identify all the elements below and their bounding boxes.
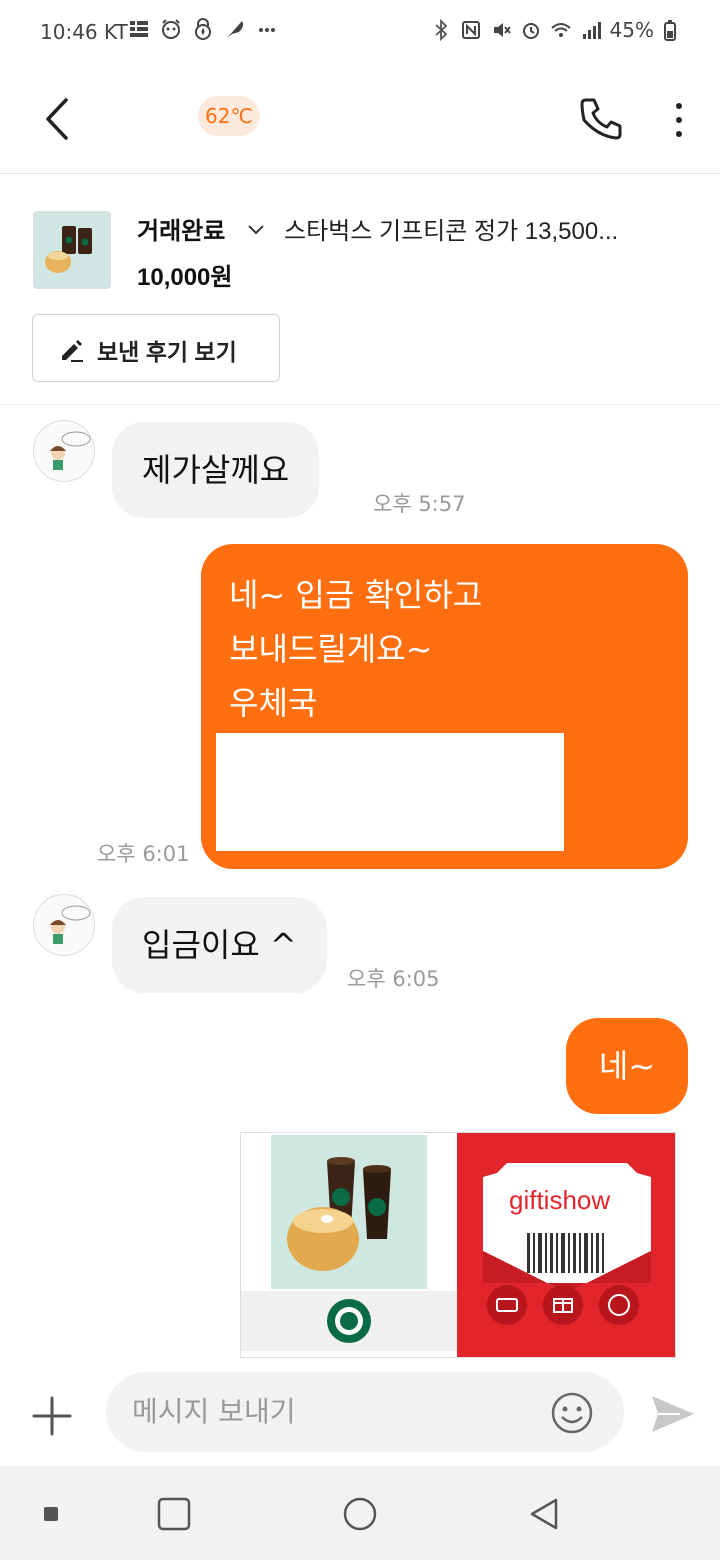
product-thumbnail[interactable] <box>33 211 111 289</box>
giftishow-logo-text: giftishow <box>509 1185 611 1215</box>
gifticon-image-message[interactable]: giftishow <box>240 1132 676 1358</box>
message-input[interactable]: 메시지 보내기 <box>106 1372 624 1452</box>
status-right-icons: 45% <box>430 18 684 42</box>
giftishow-banner: giftishow <box>457 1133 675 1357</box>
send-button[interactable] <box>650 1394 696 1434</box>
emoji-button[interactable] <box>550 1391 594 1435</box>
nav-recents-button[interactable] <box>156 1496 192 1532</box>
avatar[interactable] <box>33 894 95 956</box>
message-bubble-outgoing[interactable]: 네~ 입금 확인하고 보내드릴게요~ 우체국 <box>201 544 688 869</box>
nav-menu-button[interactable] <box>44 1507 58 1521</box>
phone-call-button[interactable] <box>576 94 626 144</box>
product-price: 10,000원 <box>137 264 233 291</box>
message-line: 네~ 입금 확인하고 <box>229 576 483 614</box>
product-title[interactable]: 스타벅스 기프티콘 정가 13,500... <box>284 211 674 246</box>
bluetooth-icon <box>430 18 452 42</box>
alarm-app-icon <box>160 18 182 40</box>
trade-status[interactable]: 거래완료 <box>137 211 225 246</box>
status-bar: 10:46 KT 45% <box>0 0 720 64</box>
wifi-icon <box>550 19 572 41</box>
starbucks-logo-strip <box>241 1291 457 1351</box>
alarm-icon <box>520 19 542 41</box>
message-bubble-incoming[interactable]: 제가살께요 <box>112 422 320 518</box>
add-attachment-button[interactable] <box>30 1394 74 1438</box>
redacted-area <box>216 733 564 851</box>
signal-icon <box>580 19 602 41</box>
message-time: 오후 6:01 <box>97 842 190 866</box>
fire-lock-icon <box>192 18 214 40</box>
review-button-label: 보낸 후기 보기 <box>97 339 237 365</box>
message-bubble-outgoing[interactable]: 네~ <box>566 1018 688 1114</box>
chat-header: 62℃ <box>0 64 720 174</box>
nav-back-button[interactable] <box>526 1496 562 1532</box>
more-dots-icon <box>256 18 278 40</box>
message-input-bar: 메시지 보내기 <box>0 1366 720 1466</box>
message-time: 오후 6:05 <box>347 967 440 991</box>
message-line: 우체국 <box>229 684 318 722</box>
more-options-button[interactable] <box>664 98 694 142</box>
system-nav-bar <box>0 1466 720 1560</box>
feather-icon <box>224 18 246 40</box>
notification-list-icon <box>128 18 150 40</box>
battery-level: 45% <box>609 18 654 42</box>
message-line: 보내드릴게요~ <box>229 630 433 668</box>
starbucks-coupon-image <box>241 1133 457 1357</box>
battery-icon <box>662 19 684 41</box>
nfc-icon <box>460 19 482 41</box>
pencil-icon <box>59 337 85 363</box>
product-summary: 거래완료 스타벅스 기프티콘 정가 13,500... 10,000원 보낸 후… <box>0 175 720 405</box>
status-time: 10:46 KT <box>40 20 128 44</box>
chevron-down-icon[interactable] <box>246 219 266 239</box>
message-time: 오후 5:57 <box>373 492 466 516</box>
status-left-icons <box>128 18 278 40</box>
message-bubble-incoming[interactable]: 입금이요 ^ <box>112 897 327 993</box>
view-sent-review-button[interactable]: 보낸 후기 보기 <box>32 314 280 382</box>
manner-temperature-badge[interactable]: 62℃ <box>198 96 260 136</box>
coffee-cake-photo <box>271 1135 427 1289</box>
mute-icon <box>490 19 512 41</box>
nav-home-button[interactable] <box>342 1496 378 1532</box>
avatar[interactable] <box>33 420 95 482</box>
back-button[interactable] <box>36 94 80 144</box>
